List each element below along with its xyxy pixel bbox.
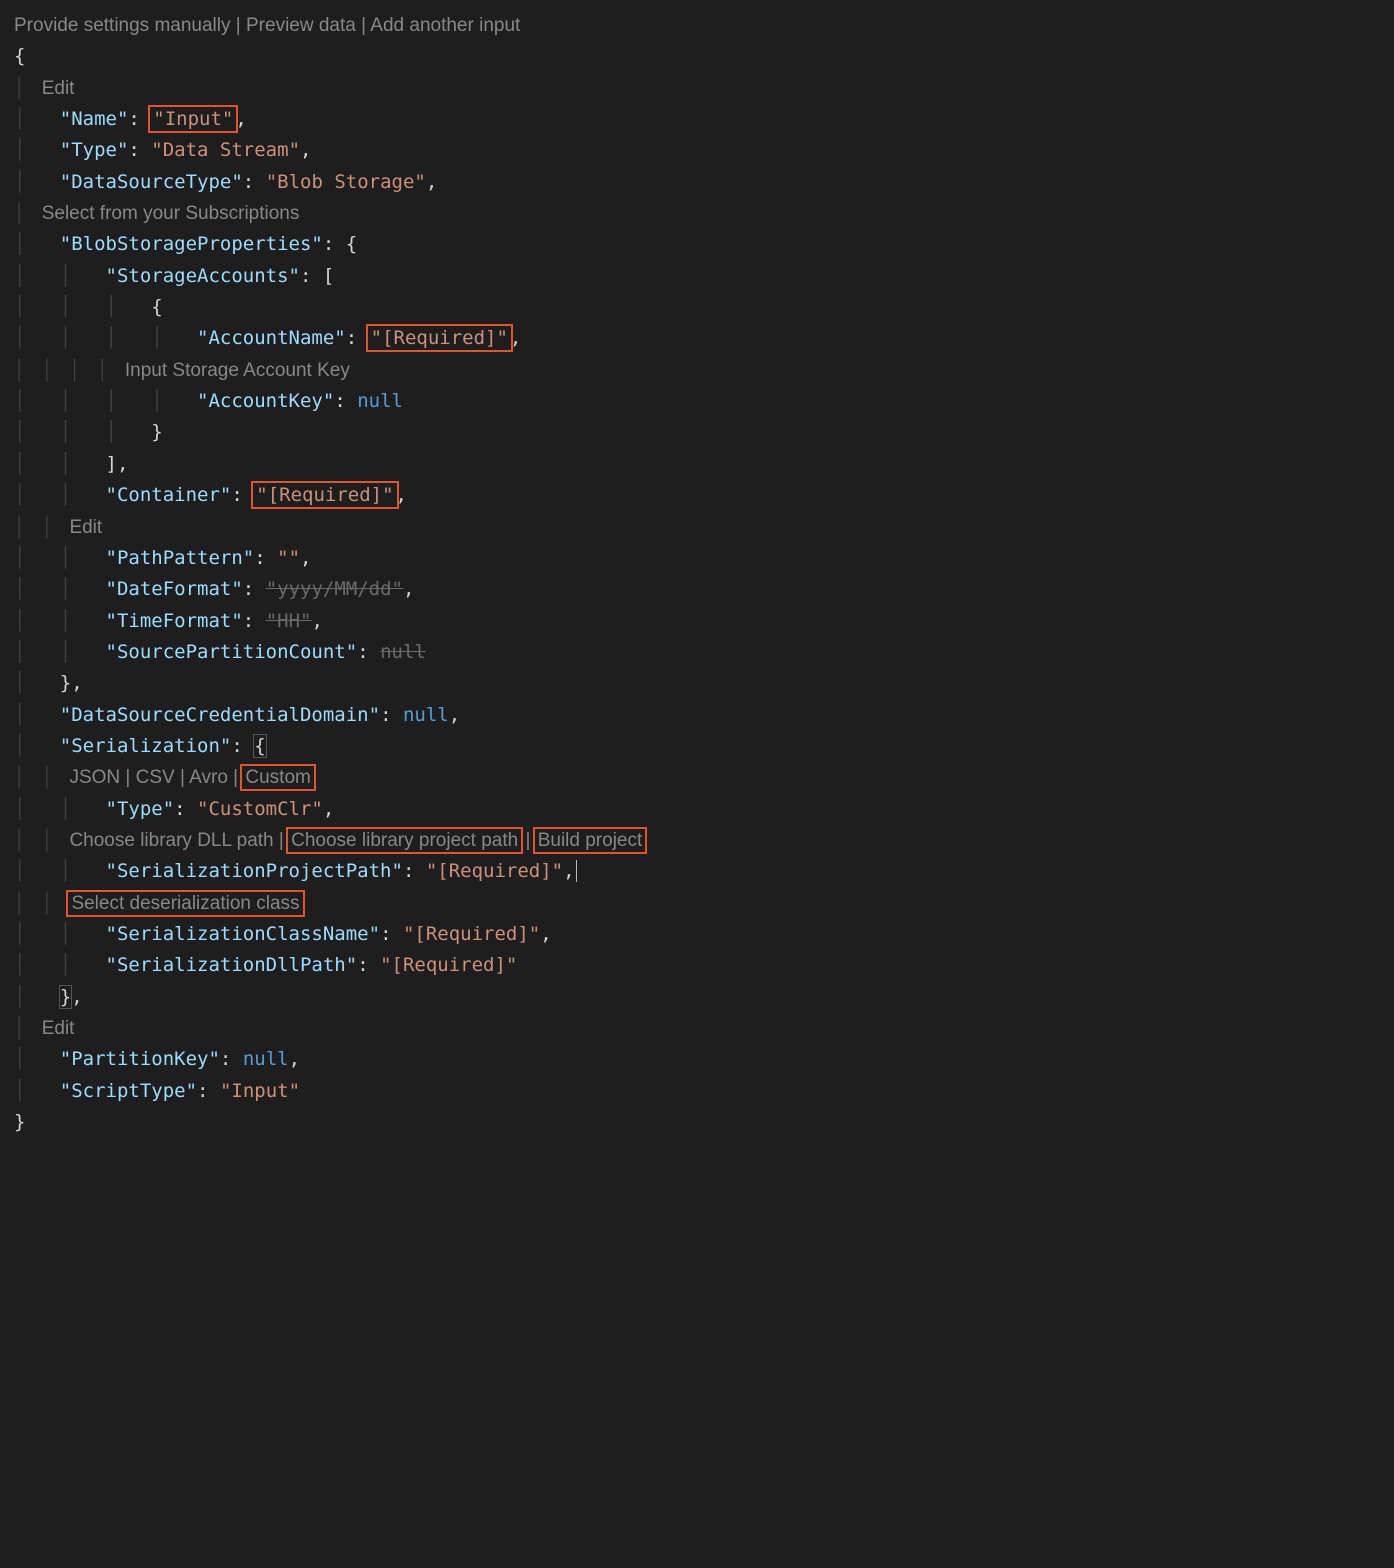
hint-select-subs[interactable]: │ Select from your Subscriptions [0, 198, 1394, 229]
kv-partitionkey[interactable]: │ "PartitionKey": null, [0, 1044, 1394, 1075]
kv-serialization-class-name[interactable]: │ │ "SerializationClassName": "[Required… [0, 919, 1394, 950]
top-hints: Provide settings manually | Preview data… [0, 10, 1394, 41]
hint-input-key[interactable]: │ │ │ │ Input Storage Account Key [0, 355, 1394, 386]
kv-dateformat[interactable]: │ │ "DateFormat": "yyyy/MM/dd", [0, 574, 1394, 605]
kv-ser-type[interactable]: │ │ "Type": "CustomClr", [0, 794, 1394, 825]
value-container[interactable]: "[Required]" [254, 484, 395, 506]
open-brace: { [0, 41, 1394, 72]
kv-timeformat[interactable]: │ │ "TimeFormat": "HH", [0, 606, 1394, 637]
kv-accountname[interactable]: │ │ │ │ "AccountName": "[Required]", [0, 323, 1394, 354]
close-ser-brace: │ }, [0, 982, 1394, 1013]
hint-edit-top[interactable]: │ Edit [0, 73, 1394, 104]
kv-credentialdomain[interactable]: │ "DataSourceCredentialDomain": null, [0, 700, 1394, 731]
kv-type[interactable]: │ "Type": "Data Stream", [0, 135, 1394, 166]
open-sa-brace: │ │ │ { [0, 292, 1394, 323]
hint-edit-bottom[interactable]: │ Edit [0, 1013, 1394, 1044]
kv-storageaccounts[interactable]: │ │ "StorageAccounts": [ [0, 261, 1394, 292]
kv-container[interactable]: │ │ "Container": "[Required]", [0, 480, 1394, 511]
kv-datasourcetype[interactable]: │ "DataSourceType": "Blob Storage", [0, 167, 1394, 198]
hint-edit-path[interactable]: │ │ Edit [0, 512, 1394, 543]
kv-name[interactable]: │ "Name": "Input", [0, 104, 1394, 135]
value-accountname[interactable]: "[Required]" [369, 327, 510, 349]
kv-accountkey[interactable]: │ │ │ │ "AccountKey": null [0, 386, 1394, 417]
kv-scripttype[interactable]: │ "ScriptType": "Input" [0, 1076, 1394, 1107]
close-blob-brace: │ }, [0, 668, 1394, 699]
hint-proj-path[interactable]: Choose library project path [289, 830, 520, 851]
hint-dll-path[interactable]: Choose library DLL path [69, 830, 273, 851]
hint-format-avro[interactable]: Avro [189, 767, 228, 788]
close-brace: } [0, 1107, 1394, 1138]
hint-provide-settings[interactable]: Provide settings manually [14, 15, 231, 36]
kv-serialization-project-path[interactable]: │ │ "SerializationProjectPath": "[Requir… [0, 856, 1394, 887]
close-sa-bracket: │ │ ], [0, 449, 1394, 480]
hint-format-custom[interactable]: Custom [243, 767, 312, 788]
hint-build-project[interactable]: Build project [536, 830, 645, 851]
value-name[interactable]: "Input" [151, 108, 235, 130]
kv-pathpattern[interactable]: │ │ "PathPattern": "", [0, 543, 1394, 574]
close-sa-brace: │ │ │ } [0, 417, 1394, 448]
hint-select-class[interactable]: │ │ Select deserialization class [0, 888, 1394, 919]
hint-format-csv[interactable]: CSV [136, 767, 175, 788]
kv-sourcepartitioncount[interactable]: │ │ "SourcePartitionCount": null [0, 637, 1394, 668]
cursor-icon [576, 860, 577, 882]
hint-lib-paths: │ │ Choose library DLL path | Choose lib… [0, 825, 1394, 856]
hint-preview-data[interactable]: Preview data [246, 15, 356, 36]
hint-format-json[interactable]: JSON [69, 767, 120, 788]
hint-serial-formats: │ │ JSON | CSV | Avro | Custom [0, 762, 1394, 793]
kv-blobstorage[interactable]: │ "BlobStorageProperties": { [0, 229, 1394, 260]
kv-serialization[interactable]: │ "Serialization": { [0, 731, 1394, 762]
kv-serialization-dll-path[interactable]: │ │ "SerializationDllPath": "[Required]" [0, 950, 1394, 981]
hint-add-another-input[interactable]: Add another input [370, 15, 520, 36]
